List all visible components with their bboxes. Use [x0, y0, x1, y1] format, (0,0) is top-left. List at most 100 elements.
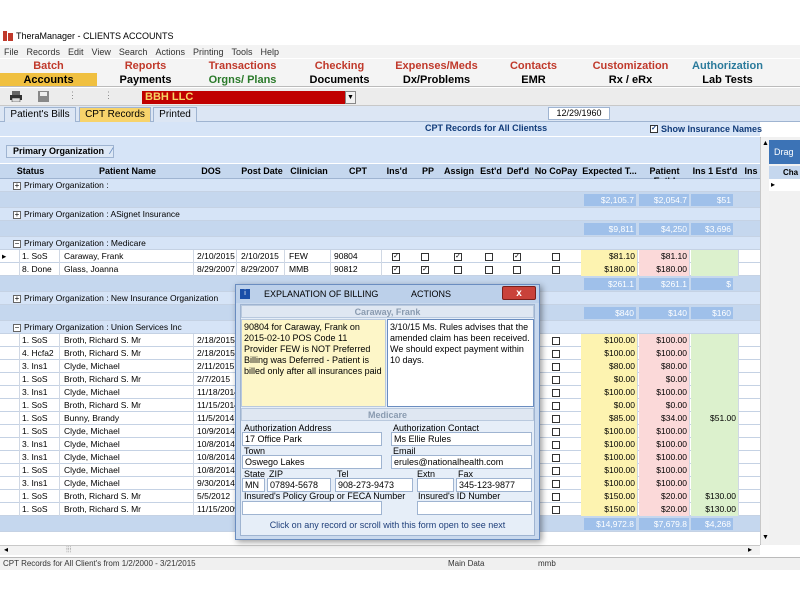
scroll-up-icon[interactable]: ▲: [762, 140, 769, 147]
menu-actions[interactable]: Actions: [155, 47, 185, 57]
checkbox-nocopay[interactable]: [552, 402, 560, 410]
email-field[interactable]: erules@nationalhealth.com: [391, 455, 532, 469]
menu-records[interactable]: Records: [27, 47, 61, 57]
menu-help[interactable]: Help: [260, 47, 279, 57]
menu-search[interactable]: Search: [119, 47, 148, 57]
nav-batch[interactable]: Batch: [0, 59, 97, 73]
menu-edit[interactable]: Edit: [68, 47, 84, 57]
checkbox-nocopay[interactable]: [552, 253, 560, 261]
column-header-dos[interactable]: DOS: [196, 166, 226, 176]
collapse-icon[interactable]: −: [13, 240, 21, 248]
column-header-post-date[interactable]: Post Date: [240, 166, 284, 176]
printer-icon[interactable]: [10, 91, 22, 104]
menu-file[interactable]: File: [4, 47, 19, 57]
checkbox-nocopay[interactable]: [552, 363, 560, 371]
nav-contacts[interactable]: Contacts: [485, 59, 582, 73]
column-header-clinician[interactable]: Clinician: [288, 166, 330, 176]
checkbox-nocopay[interactable]: [552, 480, 560, 488]
checkbox-defd[interactable]: [513, 266, 521, 274]
checkbox-insd[interactable]: ✓: [392, 253, 400, 261]
nav-documents[interactable]: Documents: [291, 73, 388, 86]
checkbox-pp[interactable]: [421, 253, 429, 261]
state-field[interactable]: MN: [242, 478, 265, 492]
extn-field[interactable]: [417, 478, 454, 492]
checkbox-estd[interactable]: [485, 266, 493, 274]
drag-group-header[interactable]: Drag a: [769, 140, 800, 181]
show-insurance-toggle[interactable]: ✓ Show Insurance Names: [650, 124, 762, 134]
dialog-close-button[interactable]: x: [502, 286, 536, 300]
column-header-pp[interactable]: PP: [413, 166, 443, 176]
show-insurance-checkbox[interactable]: ✓: [650, 125, 658, 133]
checkbox-nocopay[interactable]: [552, 376, 560, 384]
actions-textarea[interactable]: 3/10/15 Ms. Rules advises that the amend…: [387, 319, 534, 407]
checkbox-nocopay[interactable]: [552, 506, 560, 514]
auth-contact-field[interactable]: Ms Ellie Rules: [391, 432, 532, 446]
nav-rx-erx[interactable]: Rx / eRx: [582, 73, 679, 86]
dialog-title-bar[interactable]: i EXPLANATION OF BILLING ACTIONS: [236, 285, 539, 303]
nav-checking[interactable]: Checking: [291, 59, 388, 73]
checkbox-nocopay[interactable]: [552, 389, 560, 397]
expand-icon[interactable]: +: [13, 295, 21, 303]
checkbox-nocopay[interactable]: [552, 415, 560, 423]
nav-emr[interactable]: EMR: [485, 73, 582, 86]
save-icon[interactable]: [38, 91, 49, 104]
nav-lab-tests[interactable]: Lab Tests: [679, 73, 776, 86]
nav-customization[interactable]: Customization: [582, 59, 679, 73]
date-field[interactable]: 12/29/1960: [548, 107, 610, 120]
scroll-down-icon[interactable]: ▼: [762, 534, 769, 541]
menu-tools[interactable]: Tools: [231, 47, 252, 57]
scroll-left-icon[interactable]: ◂: [4, 545, 8, 554]
expand-icon[interactable]: +: [13, 182, 21, 190]
vertical-scrollbar[interactable]: ▲ ▼: [760, 138, 769, 544]
checkbox-assign[interactable]: [454, 266, 462, 274]
group-row[interactable]: + Primary Organization :: [0, 179, 760, 192]
policy-group-field[interactable]: [242, 501, 382, 515]
nav-transactions[interactable]: Transactions: [194, 59, 291, 73]
checkbox-insd[interactable]: ✓: [392, 266, 400, 274]
collapse-icon[interactable]: −: [13, 324, 21, 332]
nav-dx-problems[interactable]: Dx/Problems: [388, 73, 485, 86]
tab-printed[interactable]: Printed: [153, 107, 197, 122]
tab-cpt-records[interactable]: CPT Records: [79, 107, 151, 122]
group-by-primary-organization-button[interactable]: Primary Organization ⁄: [6, 145, 114, 158]
checkbox-nocopay[interactable]: [552, 441, 560, 449]
insured-id-field[interactable]: [417, 501, 532, 515]
nav-accounts[interactable]: Accounts: [0, 73, 97, 86]
column-header-no-copay[interactable]: No CoPay: [533, 166, 579, 176]
checkbox-assign[interactable]: ✓: [454, 253, 462, 261]
menu-printing[interactable]: Printing: [193, 47, 224, 57]
zip-field[interactable]: 07894-5678: [267, 478, 331, 492]
nav-authorization[interactable]: Authorization: [679, 59, 776, 73]
horizontal-scrollbar[interactable]: ◂ ⦙⦙⦙ ▸: [0, 545, 760, 555]
column-header-cpt[interactable]: CPT: [333, 166, 383, 176]
tel-field[interactable]: 908-273-9473: [335, 478, 413, 492]
checkbox-defd[interactable]: ✓: [513, 253, 521, 261]
column-header-status[interactable]: Status: [8, 166, 53, 176]
auth-address-field[interactable]: 17 Office Park: [242, 432, 382, 446]
checkbox-estd[interactable]: [485, 253, 493, 261]
chevron-down-icon[interactable]: ▼: [345, 91, 356, 104]
column-header-ins[interactable]: Ins: [742, 166, 760, 176]
column-header-def-d[interactable]: Def'd: [506, 166, 530, 176]
tab-patients-bills[interactable]: Patient's Bills: [4, 107, 76, 122]
column-header-est-d[interactable]: Est'd: [477, 166, 505, 176]
nav-ins[interactable]: Ins: [776, 59, 800, 73]
group-row[interactable]: − Primary Organization : Medicare: [0, 237, 760, 250]
nav-reports[interactable]: Reports: [97, 59, 194, 73]
checkbox-nocopay[interactable]: [552, 337, 560, 345]
scroll-thumb-icon[interactable]: ⦙⦙⦙: [66, 545, 71, 555]
nav-payments[interactable]: Payments: [97, 73, 194, 86]
checkbox-nocopay[interactable]: [552, 467, 560, 475]
column-header-ins-1-est-d[interactable]: Ins 1 Est'd: [691, 166, 739, 176]
table-row[interactable]: ▸ 1. SoS Caraway, Frank 2/10/2015 2/10/2015 F…: [0, 250, 760, 263]
town-field[interactable]: Oswego Lakes: [242, 455, 382, 469]
menu-view[interactable]: View: [92, 47, 111, 57]
group-row[interactable]: + Primary Organization : ASignet Insuranc…: [0, 208, 760, 221]
organization-select[interactable]: BBH LLC ▼: [142, 91, 356, 104]
scroll-right-icon[interactable]: ▸: [748, 545, 752, 554]
column-header-patient-name[interactable]: Patient Name: [60, 166, 195, 176]
column-header-assign[interactable]: Assign: [443, 166, 475, 176]
fax-field[interactable]: 345-123-9877: [456, 478, 532, 492]
checkbox-nocopay[interactable]: [552, 428, 560, 436]
checkbox-nocopay[interactable]: [552, 454, 560, 462]
